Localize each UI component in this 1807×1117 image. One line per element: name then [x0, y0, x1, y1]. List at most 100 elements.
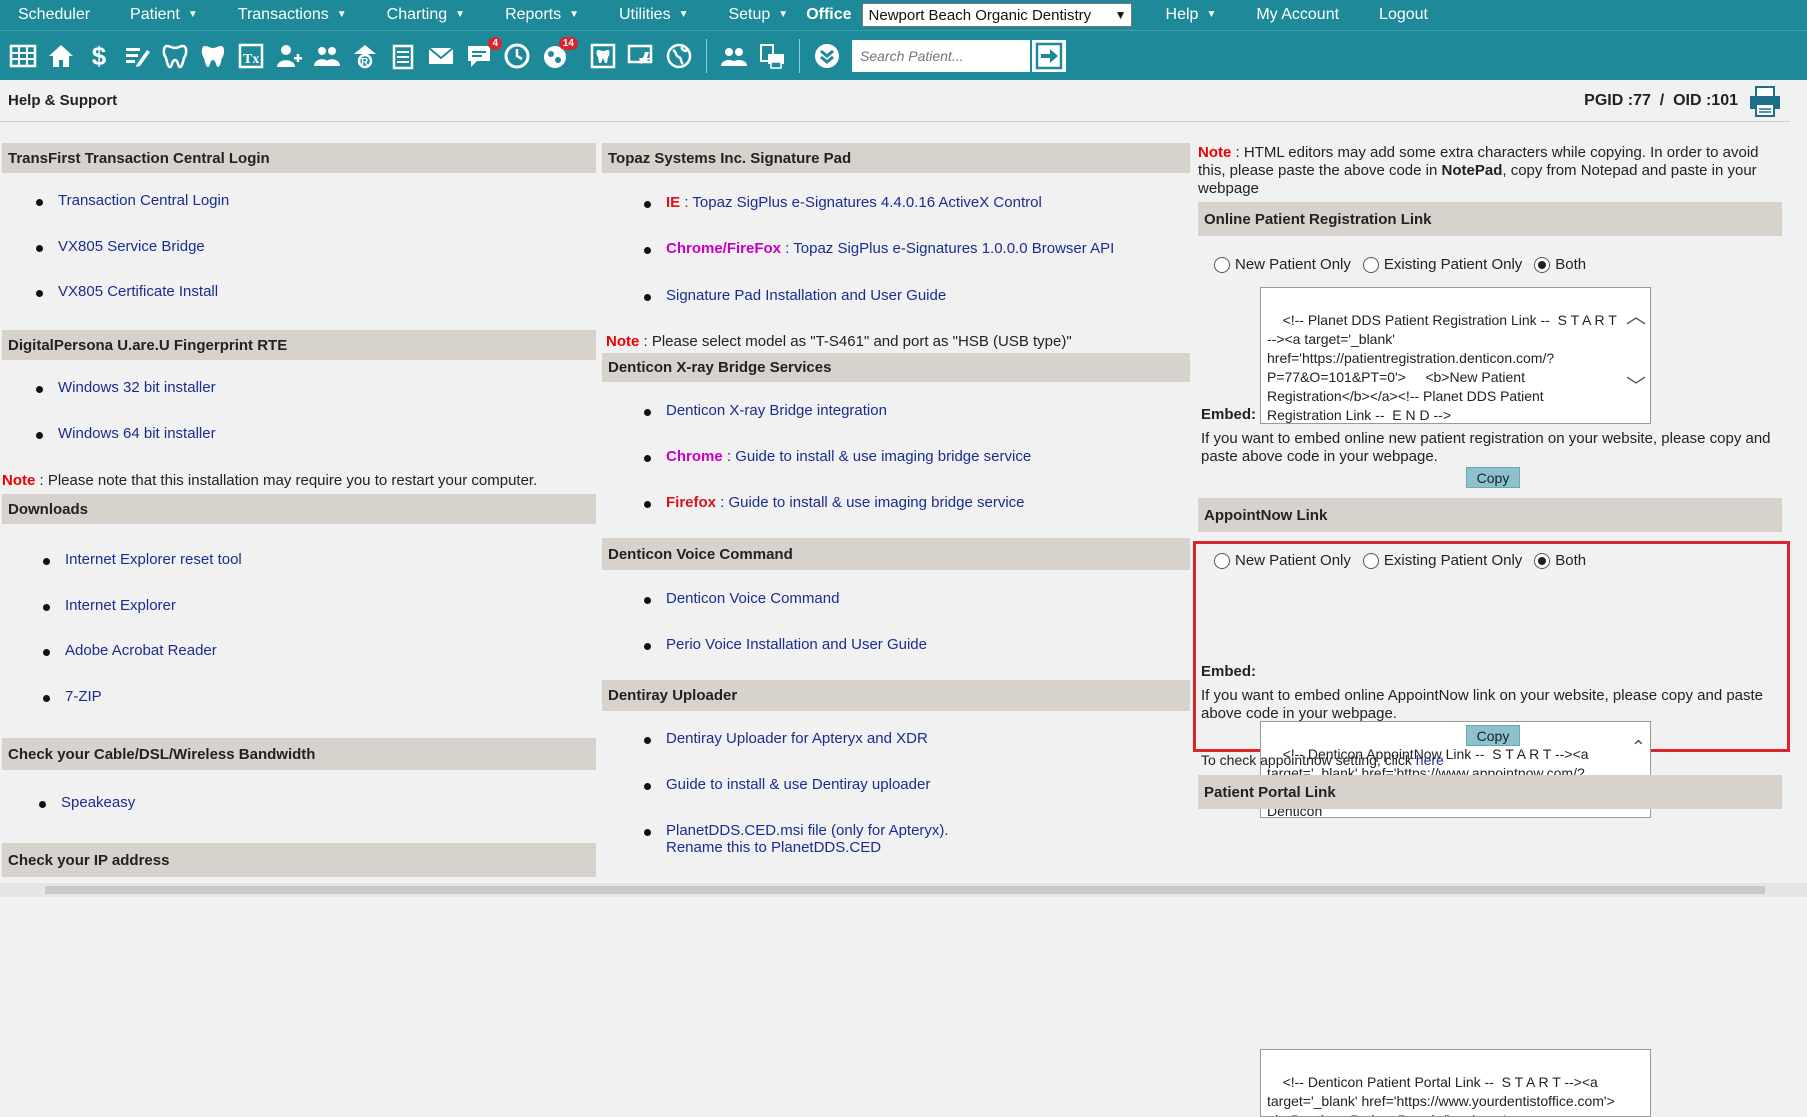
link-adobe-acrobat-reader[interactable]: Adobe Acrobat Reader: [43, 642, 242, 688]
search-patient-input[interactable]: [852, 39, 1030, 72]
edit-notes-icon[interactable]: [122, 41, 152, 71]
tooth-chart-icon[interactable]: [198, 41, 228, 71]
topaz-links: IE : Topaz SigPlus e-Signatures 4.4.0.16…: [643, 194, 1114, 304]
registration-hint: If you want to embed online new patient …: [1201, 430, 1771, 465]
bandwidth-section-title: Check your Cable/DSL/Wireless Bandwidth: [2, 738, 596, 770]
registration-embed-code[interactable]: <!-- Planet DDS Patient Registration Lin…: [1260, 287, 1651, 424]
link-ie-reset-tool[interactable]: Internet Explorer reset tool: [43, 551, 242, 597]
registration-copy-button[interactable]: Copy: [1466, 467, 1520, 488]
menu-patient[interactable]: Patient ▼: [110, 6, 218, 24]
link-topaz-chrome-firefox[interactable]: Chrome/FireFox : Topaz SigPlus e-Signatu…: [643, 240, 1114, 287]
menu-transactions[interactable]: Transactions ▼: [218, 6, 367, 24]
print-documents-icon[interactable]: [757, 41, 787, 71]
xray-frame-icon[interactable]: [588, 41, 618, 71]
toolbar-separator: [799, 38, 800, 73]
add-patient-icon[interactable]: [274, 41, 304, 71]
caret-down-icon: ▼: [778, 9, 789, 20]
home-icon[interactable]: [46, 41, 76, 71]
prescription-icon[interactable]: R: [350, 41, 380, 71]
chevron-down-circle-icon[interactable]: [812, 41, 842, 71]
menu-charting-label: Charting: [386, 6, 448, 23]
restart-note-text: : Please note that this installation may…: [35, 472, 538, 489]
menu-scheduler-label: Scheduler: [18, 6, 91, 23]
portal-section-title: Patient Portal Link: [1198, 775, 1782, 809]
office-select[interactable]: Newport Beach Organic Dentistry ▼: [861, 3, 1132, 27]
messages-icon[interactable]: 4: [464, 36, 502, 71]
menu-help[interactable]: Help ▼: [1146, 6, 1237, 24]
menu-utilities[interactable]: Utilities ▼: [599, 6, 708, 24]
screen-share-icon[interactable]: [626, 41, 656, 71]
users-group-icon[interactable]: [719, 41, 749, 71]
link-voice-command[interactable]: Denticon Voice Command: [644, 590, 927, 636]
page-header: Help & Support PGID :77 / OID :101: [0, 80, 1790, 122]
menu-transactions-label: Transactions: [237, 6, 329, 23]
svg-text:R: R: [361, 57, 369, 68]
link-windows-32-installer[interactable]: Windows 32 bit installer: [36, 379, 216, 425]
portal-embed-code[interactable]: <!-- Denticon Patient Portal Link -- S T…: [1260, 1049, 1651, 1117]
link-vx805-service-bridge[interactable]: VX805 Service Bridge: [35, 238, 229, 283]
radio-new-patient-only[interactable]: [1214, 552, 1230, 569]
caret-down-icon: ▼: [1206, 9, 1217, 20]
horizontal-scroll-thumb[interactable]: [45, 886, 1765, 894]
link-dentiray-uploader[interactable]: Dentiray Uploader for Apteryx and XDR: [644, 730, 949, 776]
radio-new-patient-only[interactable]: [1214, 256, 1230, 273]
radio-existing-patient-only[interactable]: [1362, 552, 1379, 569]
link-7-zip[interactable]: 7-ZIP: [43, 688, 242, 705]
link-topaz-ie[interactable]: IE : Topaz SigPlus e-Signatures 4.4.0.16…: [643, 194, 1114, 240]
treatment-tx-icon[interactable]: Tx: [236, 41, 266, 71]
bandwidth-links: Speakeasy: [38, 794, 135, 811]
link-xray-chrome-guide[interactable]: Chrome : Guide to install & use imaging …: [643, 448, 1031, 494]
appointnow-setting-link[interactable]: here: [1416, 752, 1444, 768]
grid-calendar-icon[interactable]: [8, 41, 38, 71]
registration-section-title: Online Patient Registration Link: [1198, 202, 1782, 236]
chevron-up-icon[interactable]: ⌃: [1631, 738, 1646, 757]
radio-both[interactable]: [1534, 552, 1551, 569]
link-speakeasy[interactable]: Speakeasy: [38, 794, 135, 811]
search-go-button[interactable]: [1030, 39, 1066, 72]
notepad-word: NotePad: [1441, 162, 1503, 179]
appointnow-copy-button[interactable]: Copy: [1466, 725, 1520, 746]
transfirst-links: Transaction Central Login VX805 Service …: [35, 192, 229, 300]
office-select-value: Newport Beach Organic Dentistry: [868, 6, 1092, 24]
appointnow-patient-type: New Patient Only Existing Patient Only B…: [1214, 552, 1598, 569]
link-signature-pad-guide[interactable]: Signature Pad Installation and User Guid…: [643, 287, 1114, 304]
menu-charting[interactable]: Charting ▼: [367, 6, 485, 24]
caret-down-icon: ▼: [678, 9, 689, 20]
link-windows-64-installer[interactable]: Windows 64 bit installer: [36, 425, 216, 442]
menu-logout[interactable]: Logout: [1359, 6, 1448, 24]
note-label: Note: [1198, 144, 1232, 161]
link-internet-explorer[interactable]: Internet Explorer: [43, 597, 242, 642]
embed-label: Embed:: [1201, 663, 1257, 680]
chevron-down-icon[interactable]: ﹀: [1626, 377, 1646, 397]
restart-note: Note : Please note that this installatio…: [2, 472, 602, 489]
link-perio-voice-guide[interactable]: Perio Voice Installation and User Guide: [644, 636, 927, 653]
horizontal-scrollbar[interactable]: [0, 883, 1807, 897]
menu-reports[interactable]: Reports ▼: [485, 6, 599, 24]
notepad-icon[interactable]: [388, 41, 418, 71]
menu-setup[interactable]: Setup ▼: [708, 6, 794, 24]
dollar-transactions-icon[interactable]: $: [84, 41, 114, 71]
link-planetdds-ced[interactable]: PlanetDDS.CED.msi file (only for Apteryx…: [644, 822, 949, 856]
radio-both-label: Both: [1555, 552, 1587, 569]
link-xray-bridge-integration[interactable]: Denticon X-ray Bridge integration: [643, 402, 1031, 448]
clock-icon[interactable]: [502, 41, 532, 71]
tooth-icon[interactable]: [160, 41, 190, 71]
link-dentiray-guide[interactable]: Guide to install & use Dentiray uploader: [644, 776, 949, 822]
radio-existing-patient-only[interactable]: [1362, 256, 1379, 273]
radio-both[interactable]: [1534, 256, 1551, 273]
chevron-up-icon[interactable]: ︿: [1626, 307, 1646, 327]
print-icon[interactable]: [1748, 84, 1782, 118]
vertical-scrollbar[interactable]: [1790, 80, 1807, 883]
mail-icon[interactable]: [426, 41, 456, 71]
link-xray-firefox-guide[interactable]: Firefox : Guide to install & use imaging…: [643, 494, 1031, 511]
family-icon[interactable]: [312, 41, 342, 71]
alerts-globe-icon[interactable]: 14: [540, 36, 578, 71]
menu-my-account[interactable]: My Account: [1236, 6, 1359, 24]
world-icon[interactable]: [664, 41, 694, 71]
registration-code-text: <!-- Planet DDS Patient Registration Lin…: [1267, 312, 1621, 423]
link-vx805-certificate-install[interactable]: VX805 Certificate Install: [35, 283, 229, 300]
topaz-note: Note : Please select model as "T-S461" a…: [606, 333, 1196, 350]
menu-scheduler[interactable]: Scheduler: [0, 6, 110, 24]
link-transaction-central-login[interactable]: Transaction Central Login: [35, 192, 229, 238]
embed-label: Embed:: [1201, 406, 1257, 423]
